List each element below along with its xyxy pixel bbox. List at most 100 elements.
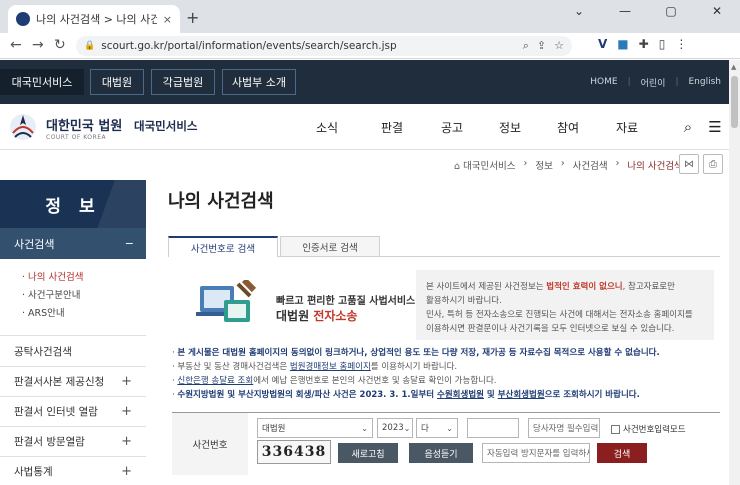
party-name-input[interactable]: 당사자명 필수입력 — [528, 418, 600, 438]
menu-resources[interactable]: 자료 — [616, 119, 646, 136]
site-favicon-icon — [16, 12, 30, 26]
top-nav-courts[interactable]: 각급법원 — [151, 69, 215, 95]
expand-icon[interactable]: + — [121, 374, 132, 389]
lock-icon[interactable]: 🔒 — [84, 41, 95, 51]
logo-subtitle: COURT OF KOREA — [46, 134, 107, 141]
extension-v-icon[interactable]: V — [598, 37, 607, 51]
address-bar[interactable]: 🔒 scourt.go.kr/portal/information/events… — [76, 36, 572, 56]
submenu-case-type-guide[interactable]: · 사건구분안내 — [22, 287, 146, 305]
divider: | — [627, 77, 631, 87]
sidebar-item-deposit-search[interactable]: 공탁사건검색 — [0, 337, 146, 367]
browser-tab[interactable]: 나의 사건검색 > 나의 사건검 × — [8, 5, 180, 33]
breadcrumb-sep: › — [560, 158, 565, 169]
auction-site-link[interactable]: 법원경매정보 홈페이지 — [290, 362, 371, 372]
reload-icon[interactable]: ↻ — [54, 37, 66, 53]
banner-headline: 빠르고 편리한 고품질 사법서비스 — [276, 296, 416, 307]
english-link[interactable]: English — [689, 77, 722, 87]
breadcrumb-sep: › — [615, 158, 620, 169]
share-icon[interactable]: ⋈ — [679, 154, 699, 174]
suwon-court-link[interactable]: 수원회생법원 — [437, 390, 484, 400]
breadcrumb: ⌂ 대국민서비스 › 정보 › 사건검색 › 나의 사건검색 — [454, 158, 683, 172]
menu-participation[interactable]: 참여 — [557, 119, 616, 136]
tab-search-icon[interactable]: ⌄ — [556, 0, 602, 33]
back-icon[interactable]: ← — [10, 37, 22, 53]
expand-icon[interactable]: + — [121, 464, 132, 479]
extensions-puzzle-icon[interactable]: ✚ — [639, 37, 649, 51]
kids-link[interactable]: 어린이 — [641, 76, 666, 89]
tab-search-by-case-number[interactable]: 사건번호로 검색 — [168, 236, 278, 257]
close-window-icon[interactable]: ✕ — [694, 0, 740, 33]
menu-info[interactable]: 정보 — [499, 119, 557, 136]
submenu-ars-guide[interactable]: · ARS안내 — [22, 305, 146, 323]
bookmark-star-icon[interactable]: ☆ — [554, 39, 564, 53]
sidebar-item-label: 사건검색 — [14, 237, 55, 251]
scroll-up-icon[interactable]: ▲ — [731, 63, 736, 71]
notice-item: · 본 게시물은 대법원 홈페이지의 동의없이 링크하거나, 상업적인 용도 또… — [172, 348, 660, 358]
sidebar-item-judgment-visit[interactable]: 판결서 방문열람 + — [0, 427, 146, 457]
busan-court-link[interactable]: 부산회생법원 — [498, 390, 545, 400]
case-type-select[interactable]: 다 ⌄ — [416, 418, 458, 438]
print-icon[interactable]: ⎙ — [703, 154, 723, 174]
scrollbar-thumb[interactable] — [731, 76, 738, 128]
menu-dots-icon[interactable]: ⋮ — [675, 37, 687, 51]
breadcrumb-home[interactable]: ⌂ 대국민서비스 — [454, 158, 516, 172]
checkbox-box[interactable] — [611, 424, 620, 434]
submenu-my-case-search[interactable]: · 나의 사건검색 — [22, 269, 146, 287]
page-title: 나의 사건검색 — [168, 191, 274, 212]
home-link[interactable]: HOME — [590, 77, 617, 87]
sidebar-title: 정 보 — [0, 180, 146, 228]
sidebar-item-case-search[interactable]: 사건검색 − — [0, 228, 146, 259]
sidebar-submenu: · 나의 사건검색 · 사건구분안내 · ARS안내 — [0, 259, 146, 336]
year-select[interactable]: 2023 ⌄ — [377, 418, 413, 438]
captcha-refresh-button[interactable]: 새로고침 — [338, 443, 398, 463]
search-button[interactable]: 검색 — [597, 443, 647, 463]
browser-toolbar: ← → ↻ 🔒 scourt.go.kr/portal/information/… — [0, 33, 740, 59]
menu-notice[interactable]: 공고 — [441, 119, 499, 136]
case-number-input[interactable] — [467, 418, 519, 438]
menu-news[interactable]: 소식 — [316, 119, 381, 136]
court-emblem-icon[interactable] — [8, 111, 38, 143]
breadcrumb-case-search[interactable]: 사건검색 — [573, 158, 608, 172]
chevron-down-icon: ⌄ — [446, 423, 453, 433]
top-nav-supreme-court[interactable]: 대법원 — [90, 69, 144, 95]
captcha-audio-button[interactable]: 음성듣기 — [409, 443, 473, 463]
side-panel-icon[interactable]: ▯ — [659, 37, 666, 51]
menu-judgment[interactable]: 판결 — [381, 119, 441, 136]
browser-tab-title: 나의 사건검색 > 나의 사건검 — [36, 13, 157, 26]
expand-icon[interactable]: + — [121, 404, 132, 419]
new-tab-icon[interactable]: + — [186, 8, 199, 27]
sidebar-item-judgment-online[interactable]: 판결서 인터넷 열람 + — [0, 397, 146, 427]
maximize-icon[interactable]: ▢ — [648, 0, 694, 33]
close-tab-icon[interactable]: × — [163, 13, 172, 26]
top-nav-citizen-service[interactable]: 대국민서비스 — [0, 69, 84, 95]
forward-icon[interactable]: → — [32, 37, 44, 53]
sidebar-item-judgment-copy[interactable]: 판결서사본 제공신청 + — [0, 367, 146, 397]
top-nav-judiciary-intro[interactable]: 사법부 소개 — [222, 69, 296, 95]
tab-search-by-certificate[interactable]: 인증서로 검색 — [280, 236, 380, 257]
chevron-down-icon: ⌄ — [361, 423, 368, 433]
share-icon[interactable]: ⇪ — [537, 39, 546, 53]
minimize-icon[interactable]: — — [602, 0, 648, 33]
breadcrumb-info[interactable]: 정보 — [535, 158, 552, 172]
ecourt-banner-card[interactable]: 빠르고 편리한 고품질 사법서비스 대법원 전자소송 — [180, 270, 416, 340]
site-menu-icon[interactable]: ☰ — [704, 116, 726, 138]
service-name[interactable]: 대국민서비스 — [134, 118, 197, 134]
court-select[interactable]: 대법원 ⌄ — [257, 418, 373, 438]
sidebar-item-statistics[interactable]: 사법통계 + — [0, 457, 146, 485]
site-search-icon[interactable]: ⌕ — [677, 116, 699, 138]
site-header: 대한민국 법원 COURT OF KOREA 대국민서비스 소식 판결 공고 정… — [0, 104, 729, 150]
breadcrumb-current: 나의 사건검색 — [627, 161, 683, 172]
expand-icon[interactable]: + — [121, 434, 132, 449]
page-scrollbar[interactable]: ▲ — [729, 60, 740, 485]
main-menu: 소식 판결 공고 정보 참여 자료 — [316, 119, 646, 136]
shinhan-fee-link[interactable]: 신한은행 송달료 조회 — [177, 376, 253, 386]
captcha-input[interactable]: 자동입력 방지문자를 입력하세요 — [482, 443, 590, 463]
collapse-icon[interactable]: − — [125, 237, 134, 250]
extension-app-icon[interactable]: ■ — [617, 37, 628, 51]
banner-description: 본 사이트에서 제공된 사건정보는 법적인 효력이 없으니, 참고자료로만 활용… — [426, 282, 693, 334]
logo-title[interactable]: 대한민국 법원 — [46, 115, 122, 134]
notice-item: · 수원지방법원 및 부산지방법원의 회생/파산 사건은 2023. 3. 1.… — [172, 390, 640, 400]
case-input-mode-checkbox[interactable]: 사건번호입력모드 — [611, 423, 686, 435]
zoom-icon[interactable]: ⌕ — [523, 39, 529, 53]
breadcrumb-sep: › — [523, 158, 528, 169]
